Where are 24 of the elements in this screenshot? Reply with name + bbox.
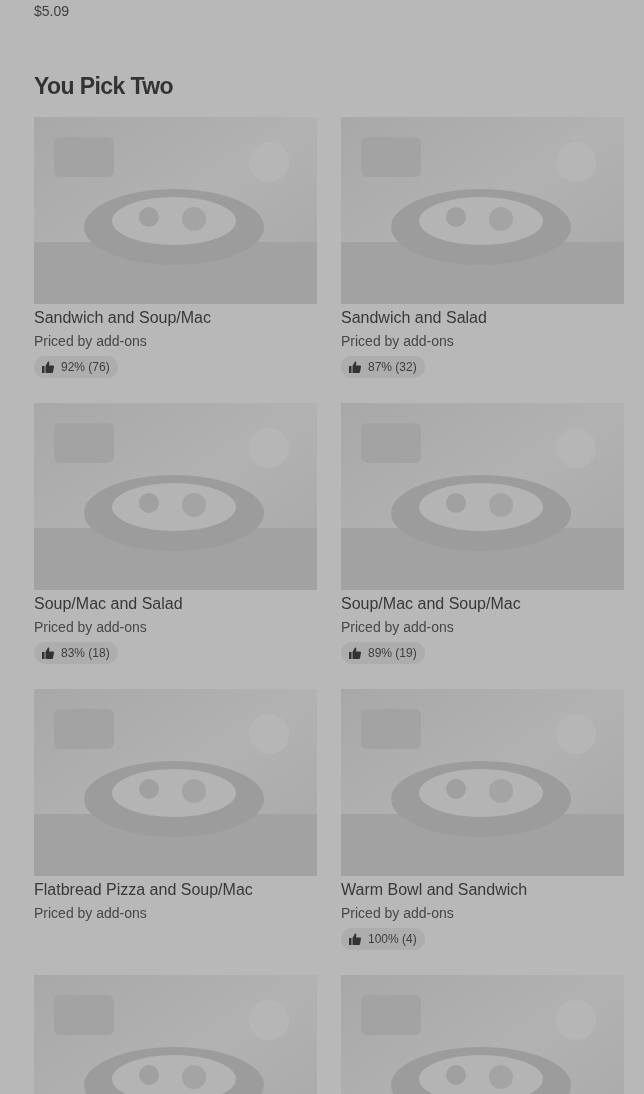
item-price-note: Priced by add-ons — [34, 332, 147, 350]
item-title[interactable]: Soup/Mac and Soup/Mac — [341, 594, 521, 614]
item-price-note: Priced by add-ons — [341, 332, 454, 350]
thumbs-up-icon — [349, 647, 361, 659]
item-price-note: Priced by add-ons — [341, 904, 454, 922]
item-price-note: Priced by add-ons — [34, 904, 147, 922]
rating-text: 100% (4) — [368, 932, 417, 946]
thumbs-up-icon — [42, 361, 54, 373]
rating-text: 92% (76) — [61, 360, 110, 374]
item-price-note: Priced by add-ons — [341, 618, 454, 636]
rating-text: 83% (18) — [61, 646, 110, 660]
rating-text: 87% (32) — [368, 360, 417, 374]
item-price-note: Priced by add-ons — [34, 618, 147, 636]
thumbs-up-icon — [349, 933, 361, 945]
thumbs-up-icon — [349, 361, 361, 373]
thumbs-up-icon — [42, 647, 54, 659]
item-price: $5.09 — [34, 2, 70, 20]
item-title[interactable]: Sandwich and Salad — [341, 308, 487, 328]
section-heading: You Pick Two — [34, 72, 173, 100]
item-title[interactable]: Warm Bowl and Sandwich — [341, 880, 528, 900]
item-title[interactable]: Flatbread Pizza and Soup/Mac — [34, 880, 253, 900]
rating-text: 89% (19) — [368, 646, 417, 660]
item-title[interactable]: Soup/Mac and Salad — [34, 594, 183, 614]
item-title[interactable]: Sandwich and Soup/Mac — [34, 308, 211, 328]
